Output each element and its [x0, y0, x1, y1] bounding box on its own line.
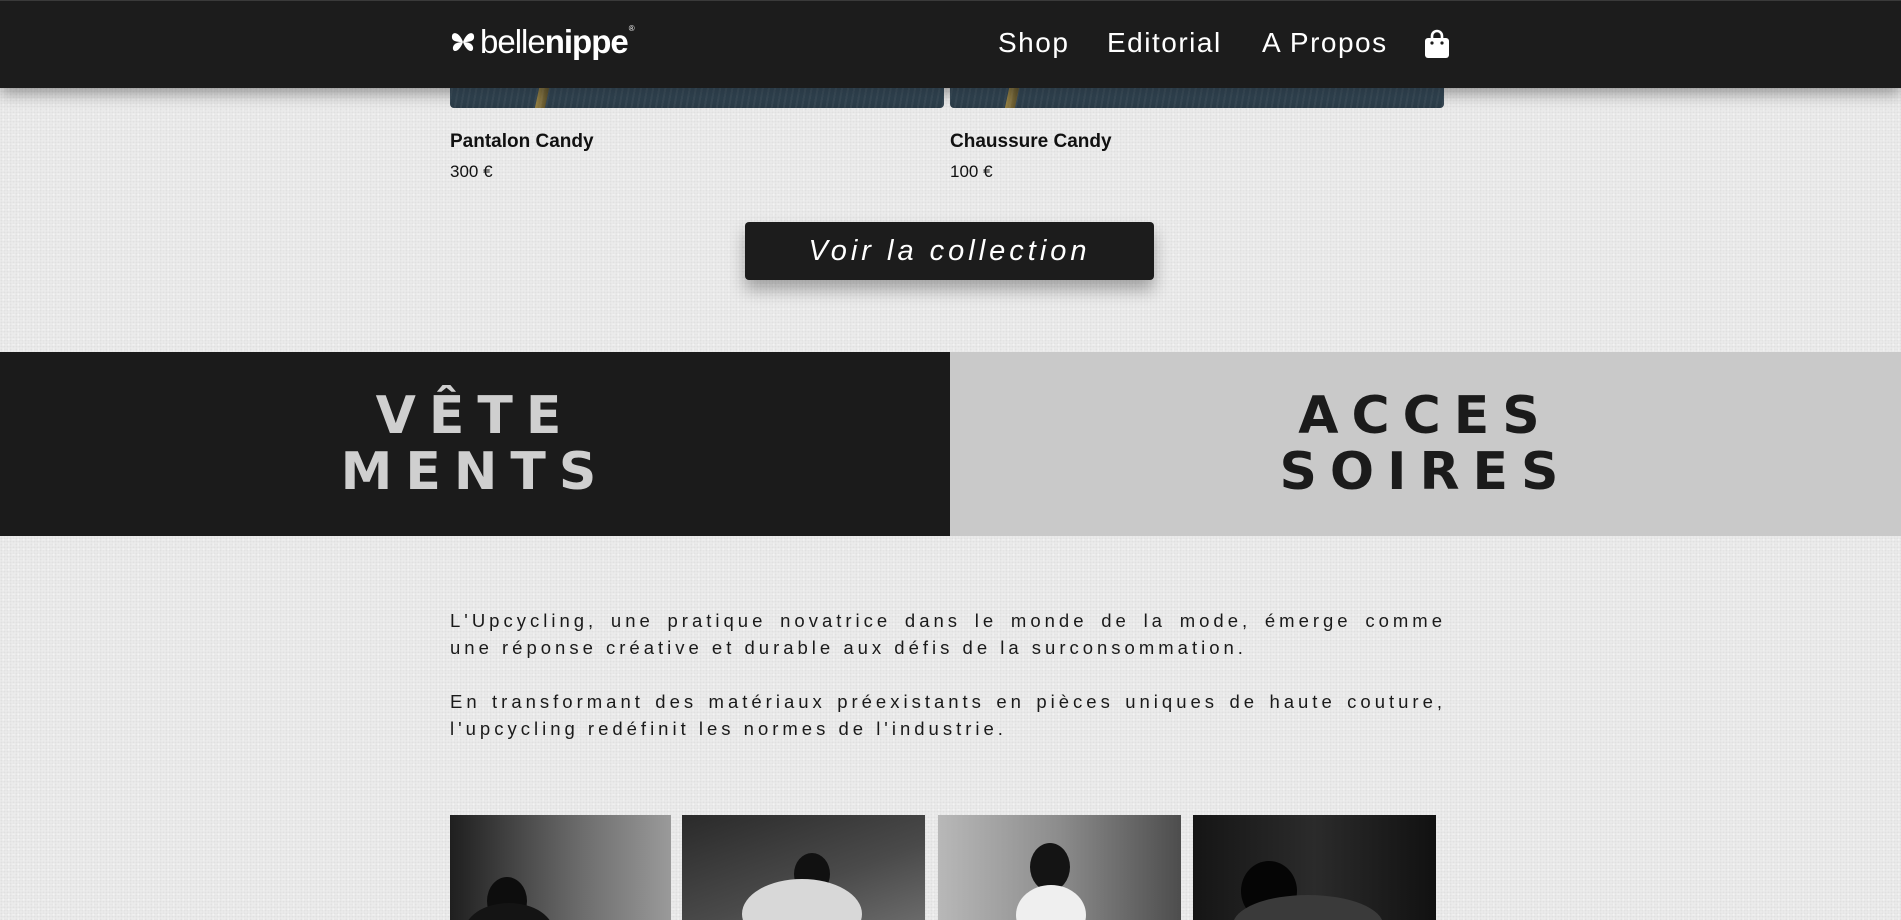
- butterfly-logo-icon: [451, 32, 475, 51]
- view-collection-button[interactable]: Voir la collection: [745, 222, 1154, 280]
- nav-link-shop[interactable]: Shop: [998, 27, 1069, 59]
- category-vetements-banner[interactable]: VÊTE MENTS: [0, 352, 950, 536]
- intro-paragraph: En transformant des matériaux préexistan…: [450, 691, 1446, 739]
- category-title-line: MENTS: [340, 442, 610, 502]
- brand-logo[interactable]: bellenippe®: [450, 23, 635, 60]
- logo-text-light: belle: [480, 23, 546, 60]
- product-price: 100 €: [950, 162, 993, 181]
- product-name[interactable]: Pantalon Candy: [450, 131, 594, 153]
- category-title-line: ACCES: [1298, 386, 1553, 446]
- nav-link-a-propos[interactable]: A Propos: [1262, 27, 1388, 59]
- nav-link-editorial[interactable]: Editorial: [1107, 27, 1222, 59]
- product-name[interactable]: Chaussure Candy: [950, 131, 1112, 153]
- editorial-photo[interactable]: [682, 815, 925, 920]
- category-title-line: VÊTE: [375, 386, 575, 446]
- shopping-bag-icon[interactable]: [1424, 29, 1450, 59]
- intro-paragraph: L'Upcycling, une pratique novatrice dans…: [450, 610, 1446, 658]
- category-title-line: SOIRES: [1279, 442, 1572, 502]
- logo-text-bold: nippe: [544, 23, 629, 60]
- category-accessoires-banner[interactable]: ACCES SOIRES: [950, 352, 1901, 536]
- logo-registered-mark: ®: [628, 24, 635, 33]
- editorial-photo[interactable]: [938, 815, 1181, 920]
- category-vetements-title: VÊTE MENTS: [341, 388, 610, 500]
- category-accessoires-title: ACCES SOIRES: [1279, 388, 1571, 500]
- product-price: 300 €: [450, 162, 493, 181]
- editorial-photo[interactable]: [450, 815, 671, 920]
- editorial-photo[interactable]: [1193, 815, 1436, 920]
- site-header: bellenippe® Shop Editorial A Propos: [0, 0, 1901, 88]
